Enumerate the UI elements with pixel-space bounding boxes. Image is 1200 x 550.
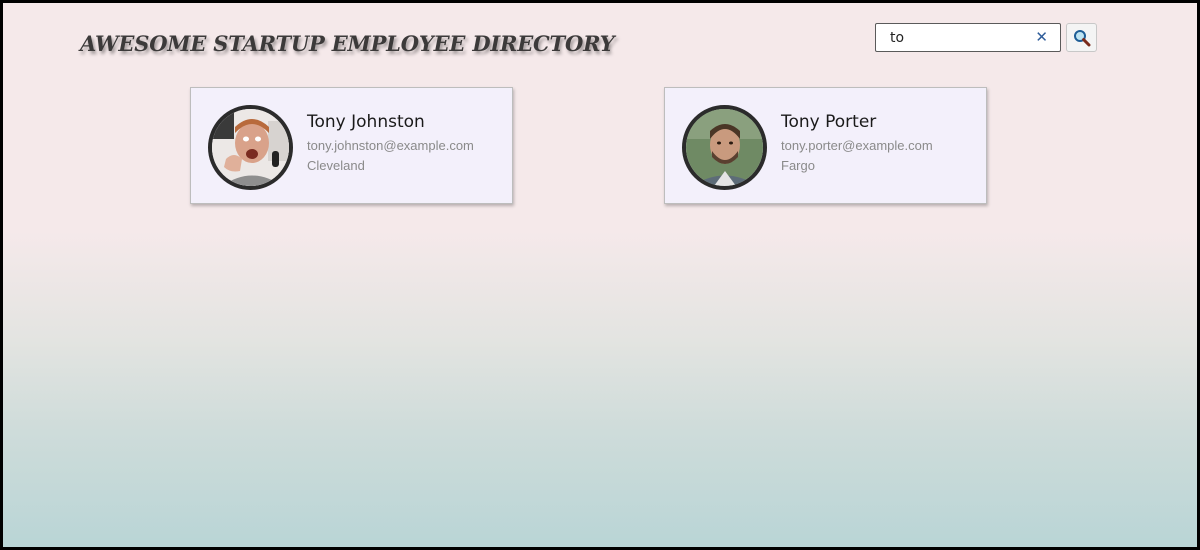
employee-email: tony.porter@example.com: [781, 138, 933, 153]
magnifier-icon: [1073, 29, 1090, 46]
search-bar: ✕: [875, 23, 1097, 52]
avatar: [208, 105, 293, 190]
employee-name: Tony Porter: [781, 112, 877, 132]
employee-city: Fargo: [781, 158, 815, 173]
employee-name: Tony Johnston: [307, 112, 425, 132]
search-input[interactable]: [876, 24, 1026, 51]
employee-card[interactable]: Tony Porter tony.porter@example.com Farg…: [664, 87, 987, 204]
clear-search-button[interactable]: ✕: [1035, 28, 1048, 47]
employee-info: Tony Porter tony.porter@example.com Farg…: [781, 112, 933, 173]
employee-card[interactable]: Tony Johnston tony.johnston@example.com …: [190, 87, 513, 204]
employee-city: Cleveland: [307, 158, 365, 173]
search-button[interactable]: [1066, 23, 1097, 52]
employee-email: tony.johnston@example.com: [307, 138, 474, 153]
search-box: ✕: [875, 23, 1061, 52]
avatar-photo: [212, 109, 289, 186]
avatar: [682, 105, 767, 190]
page-title: AWESOME STARTUP EMPLOYEE DIRECTORY: [80, 31, 615, 56]
employee-info: Tony Johnston tony.johnston@example.com …: [307, 112, 474, 173]
page-background: AWESOME STARTUP EMPLOYEE DIRECTORY ✕: [3, 3, 1197, 547]
avatar-photo: [686, 109, 763, 186]
